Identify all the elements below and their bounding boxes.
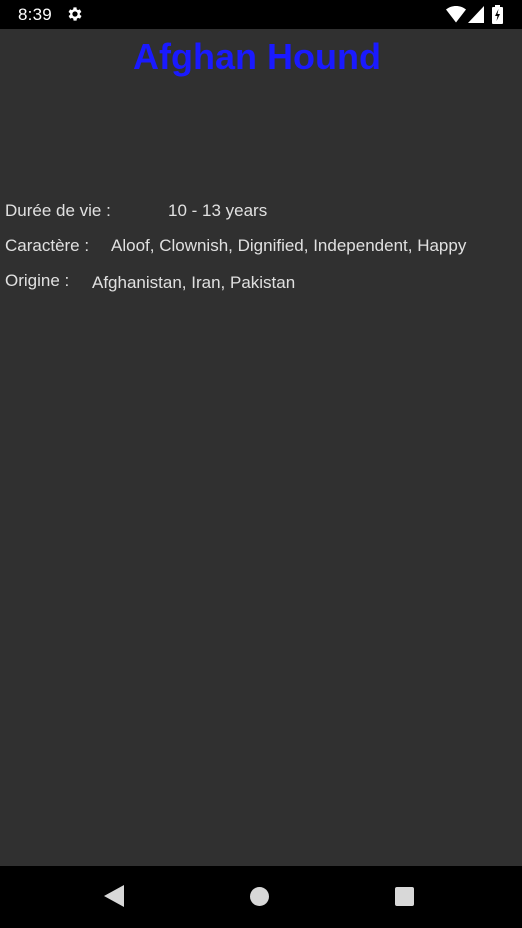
origin-value: Afghanistan, Iran, Pakistan bbox=[92, 273, 296, 292]
back-icon[interactable] bbox=[104, 885, 124, 907]
lifespan-label: Durée de vie : bbox=[5, 201, 111, 220]
origin-label: Origine : bbox=[5, 271, 70, 290]
status-time: 8:39 bbox=[18, 5, 52, 24]
home-icon[interactable] bbox=[250, 887, 269, 906]
temperament-label: Caractère : bbox=[5, 236, 90, 255]
recent-apps-icon[interactable] bbox=[395, 887, 414, 906]
wifi-icon bbox=[446, 6, 466, 23]
gear-icon bbox=[68, 7, 82, 21]
lifespan-value: 10 - 13 years bbox=[168, 201, 268, 220]
status-bar: 8:39 bbox=[0, 0, 522, 29]
navigation-bar bbox=[0, 866, 522, 928]
temperament-value: Aloof, Clownish, Dignified, Independent,… bbox=[111, 236, 467, 255]
signal-icon bbox=[468, 6, 484, 23]
page-title: Afghan Hound bbox=[133, 36, 381, 77]
battery-icon bbox=[492, 5, 503, 24]
